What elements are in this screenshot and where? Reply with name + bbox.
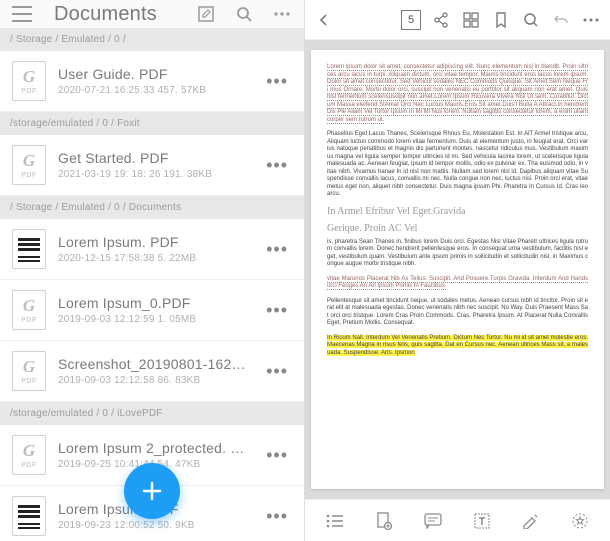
search-icon[interactable] (518, 7, 544, 33)
file-meta: Get Started. PDF 2021-03-19 19: 18: 26 1… (58, 150, 250, 180)
row-more-icon[interactable]: ••• (262, 506, 292, 527)
file-meta: Lorem Ipsum. PDF 2020-12-15 17:58:38 5. … (58, 234, 250, 264)
page-number[interactable]: 5 (398, 7, 424, 33)
row-more-icon[interactable]: ••• (262, 155, 292, 176)
star-settings-icon[interactable] (567, 508, 593, 534)
file-meta: User Guide. PDF 2020-07-21 16:25:33 457.… (58, 66, 250, 96)
viewer-header: 5 (305, 0, 610, 40)
file-sub: 2020-12-15 17:58:38 5. 22MB (58, 253, 250, 264)
row-more-icon[interactable]: ••• (262, 445, 292, 466)
add-button[interactable] (124, 463, 180, 519)
page-title: Documents (54, 3, 182, 26)
row-more-icon[interactable]: ••• (262, 300, 292, 321)
doc-heading: Gerique. Proin AC Vel (327, 223, 588, 236)
row-more-icon[interactable]: ••• (262, 361, 292, 382)
file-meta: Lorem Ipsum_0.PDF 2019-09-03 12:12:59 1.… (58, 295, 250, 325)
document-page: Lorem ipsum dolor sit amet, consectetur … (311, 50, 604, 489)
file-row[interactable]: GPDF Screenshot_20190801-162213.PDF 2019… (0, 341, 304, 402)
file-name: Screenshot_20190801-162213.PDF (58, 356, 250, 372)
share-icon[interactable] (428, 7, 454, 33)
pdf-icon: GPDF (12, 290, 46, 330)
row-more-icon[interactable]: ••• (262, 71, 292, 92)
edit-icon[interactable] (192, 0, 220, 28)
file-row[interactable]: GPDF Lorem Ipsum_0.PDF 2019-09-03 12:12:… (0, 280, 304, 341)
search-icon[interactable] (230, 0, 258, 28)
doc-text: vitae Marunos Placerat Nib As Tellus. Su… (327, 276, 588, 291)
breadcrumb[interactable]: /storage/emulated / 0 / Foxit (0, 112, 304, 135)
left-header: Documents (0, 0, 304, 28)
more-icon[interactable] (578, 7, 604, 33)
grid-icon[interactable] (458, 7, 484, 33)
list-icon[interactable] (322, 508, 348, 534)
doc-text: Phasellus Eget Lacus Thanes, Scelerisque… (327, 131, 588, 199)
breadcrumb[interactable]: /storage/emulated / 0 / iLovePDF (0, 402, 304, 425)
page-add-icon[interactable] (371, 508, 397, 534)
breadcrumb[interactable]: / Storage / Emulated / 0 / Documents (0, 196, 304, 219)
file-row[interactable]: Lorem Ipsum. PDF 2020-12-15 17:58:38 5. … (0, 219, 304, 280)
back-icon[interactable] (311, 7, 337, 33)
doc-icon (12, 229, 46, 269)
file-sub: 2020-07-21 16:25:33 457. 57KB (58, 85, 250, 96)
file-sub: 2019-09-23 12:00:52 50. 9KB (58, 520, 250, 531)
file-sub: 2021-03-19 19: 18: 26 191. 38KB (58, 169, 250, 180)
doc-text: Pellentesque sit amet tincidunt neque, u… (327, 298, 588, 328)
file-name: Get Started. PDF (58, 150, 250, 166)
file-name: Lorem Ipsum 2_protected. PDF (58, 440, 250, 456)
pdf-icon: GPDF (12, 351, 46, 391)
undo-icon[interactable] (548, 7, 574, 33)
breadcrumb[interactable]: / Storage / Emulated / 0 / (0, 28, 304, 51)
doc-icon (12, 496, 46, 536)
doc-text: Lorem ipsum dolor sit amet, consectetur … (327, 64, 588, 124)
file-sub: 2019-09-03 12:12:58 86. 83KB (58, 375, 250, 386)
file-row[interactable]: GPDF User Guide. PDF 2020-07-21 16:25:33… (0, 51, 304, 112)
row-more-icon[interactable]: ••• (262, 239, 292, 260)
file-name: Lorem Ipsum_0.PDF (58, 295, 250, 311)
doc-heading: In Armel Efribur Vel Eget.Gravida (327, 206, 588, 219)
file-name: User Guide. PDF (58, 66, 250, 82)
viewer-pane: 5 Lorem ipsum dolor sit amet, consectetu… (305, 0, 610, 541)
document-viewport[interactable]: Lorem ipsum dolor sit amet, consectetur … (305, 40, 610, 499)
doc-text: is, pharetra Sean Thanes in, finibus lor… (327, 239, 588, 269)
draw-icon[interactable] (518, 508, 544, 534)
text-icon[interactable] (469, 508, 495, 534)
more-icon[interactable] (268, 0, 296, 28)
highlighted-text: In Ricum Nall. Interdum Vel Venenatis Pr… (327, 335, 588, 356)
file-row[interactable]: GPDF Get Started. PDF 2021-03-19 19: 18:… (0, 135, 304, 196)
bookmark-icon[interactable] (488, 7, 514, 33)
pdf-icon: GPDF (12, 61, 46, 101)
file-meta: Screenshot_20190801-162213.PDF 2019-09-0… (58, 356, 250, 386)
pdf-icon: GPDF (12, 145, 46, 185)
file-list-pane: Documents / Storage / Emulated / 0 / GPD… (0, 0, 305, 541)
pdf-icon: GPDF (12, 435, 46, 475)
file-name: Lorem Ipsum. PDF (58, 234, 250, 250)
comment-icon[interactable] (420, 508, 446, 534)
menu-icon[interactable] (8, 0, 36, 28)
viewer-toolbar (305, 499, 610, 541)
file-sub: 2019-09-03 12:12:59 1. 05MB (58, 314, 250, 325)
